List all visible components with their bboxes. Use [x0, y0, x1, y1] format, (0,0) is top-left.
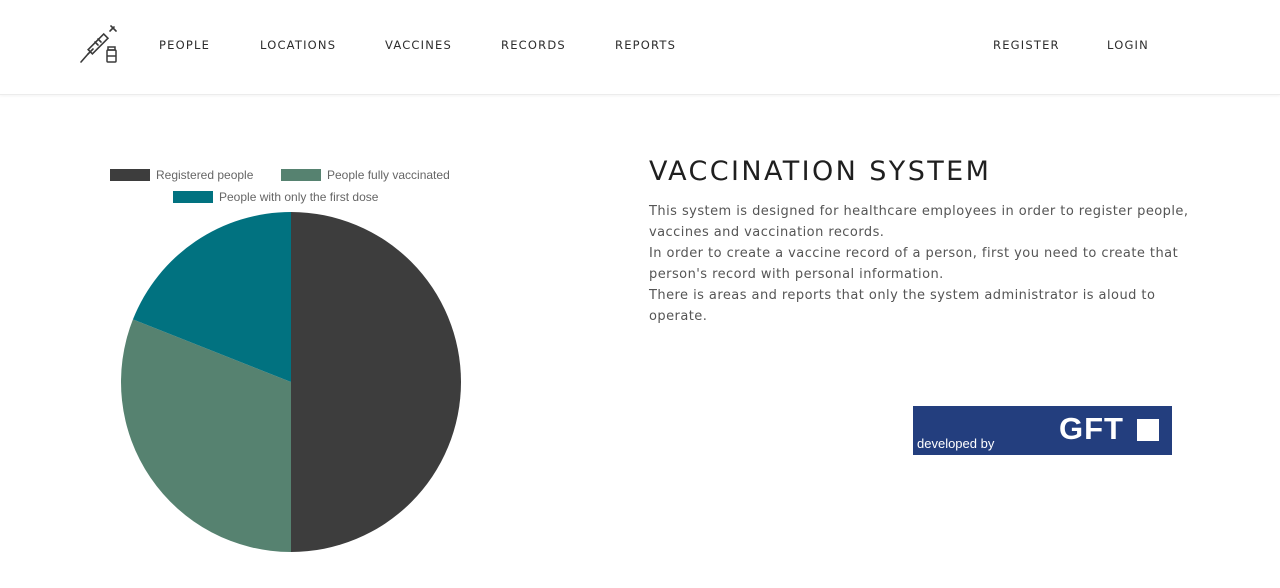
nav-register[interactable]: REGISTER — [993, 37, 1060, 53]
system-description: This system is designed for healthcare e… — [649, 201, 1209, 327]
gft-logo: GFT — [1059, 411, 1124, 446]
page-title: VACCINATION SYSTEM — [649, 156, 992, 187]
gft-developer-badge: developed by GFT — [913, 406, 1172, 455]
description-paragraph-3: There is areas and reports that only the… — [649, 288, 1156, 324]
nav-login[interactable]: LOGIN — [1107, 37, 1149, 53]
gft-logo-square — [1137, 419, 1159, 441]
description-paragraph-1: This system is designed for healthcare e… — [649, 204, 1189, 240]
pie-slice-registered[interactable] — [291, 212, 461, 552]
vaccination-pie-chart — [120, 212, 461, 552]
developed-by-text: developed by — [917, 436, 995, 451]
description-paragraph-2: In order to create a vaccine record of a… — [649, 246, 1179, 282]
